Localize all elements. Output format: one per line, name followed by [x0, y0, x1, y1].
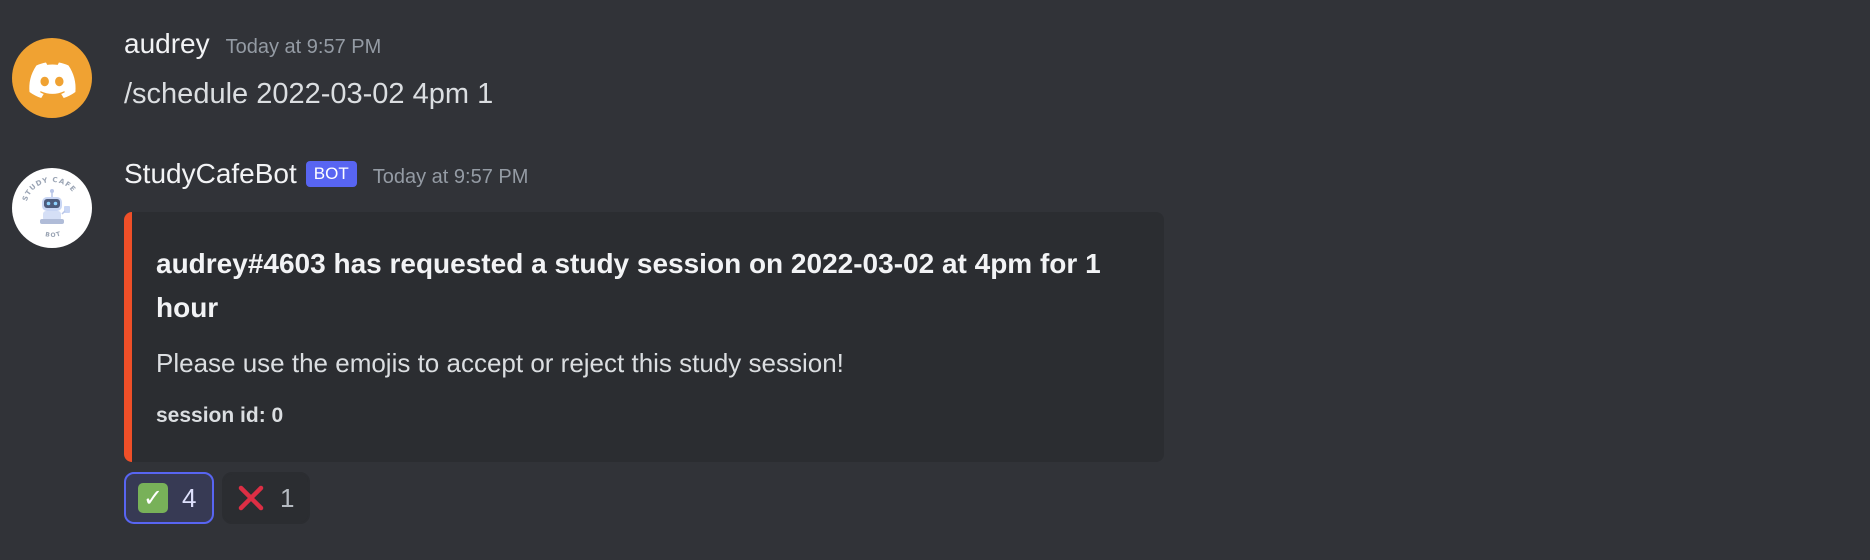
avatar[interactable]	[12, 38, 92, 118]
timestamp[interactable]: Today at 9:57 PM	[226, 36, 382, 59]
chat-messages: audrey Today at 9:57 PM /schedule 2022-0…	[0, 0, 1870, 560]
timestamp[interactable]: Today at 9:57 PM	[373, 166, 529, 189]
reaction-check[interactable]: ✓ 4	[124, 472, 214, 524]
study-cafe-robot-logo: STUDY CAFE BOT	[21, 176, 77, 239]
embed: audrey#4603 has requested a study sessio…	[124, 212, 1164, 462]
username[interactable]: audrey	[124, 28, 210, 60]
message-content: /schedule 2022-03-02 4pm 1	[124, 78, 494, 110]
message-header: audrey Today at 9:57 PM	[124, 28, 381, 60]
message-header: StudyCafeBot BOT Today at 9:57 PM	[124, 158, 528, 191]
username[interactable]: StudyCafeBot	[124, 158, 297, 190]
embed-title: audrey#4603 has requested a study sessio…	[156, 248, 1101, 323]
embed-description: Please use the emojis to accept or rejec…	[156, 348, 844, 378]
reactions: ✓ 4 1	[124, 472, 310, 524]
reaction-cross[interactable]: 1	[222, 472, 310, 524]
avatar[interactable]: STUDY CAFE BOT	[12, 168, 92, 248]
embed-field: session id: 0	[156, 404, 284, 427]
cross-mark-icon	[236, 483, 266, 513]
bot-tag: BOT	[305, 161, 357, 187]
discord-logo-icon	[29, 62, 76, 98]
svg-text:BOT: BOT	[45, 230, 62, 239]
reaction-count: 1	[280, 482, 295, 513]
reaction-count: 4	[182, 482, 197, 513]
white-check-mark-icon: ✓	[138, 483, 168, 513]
